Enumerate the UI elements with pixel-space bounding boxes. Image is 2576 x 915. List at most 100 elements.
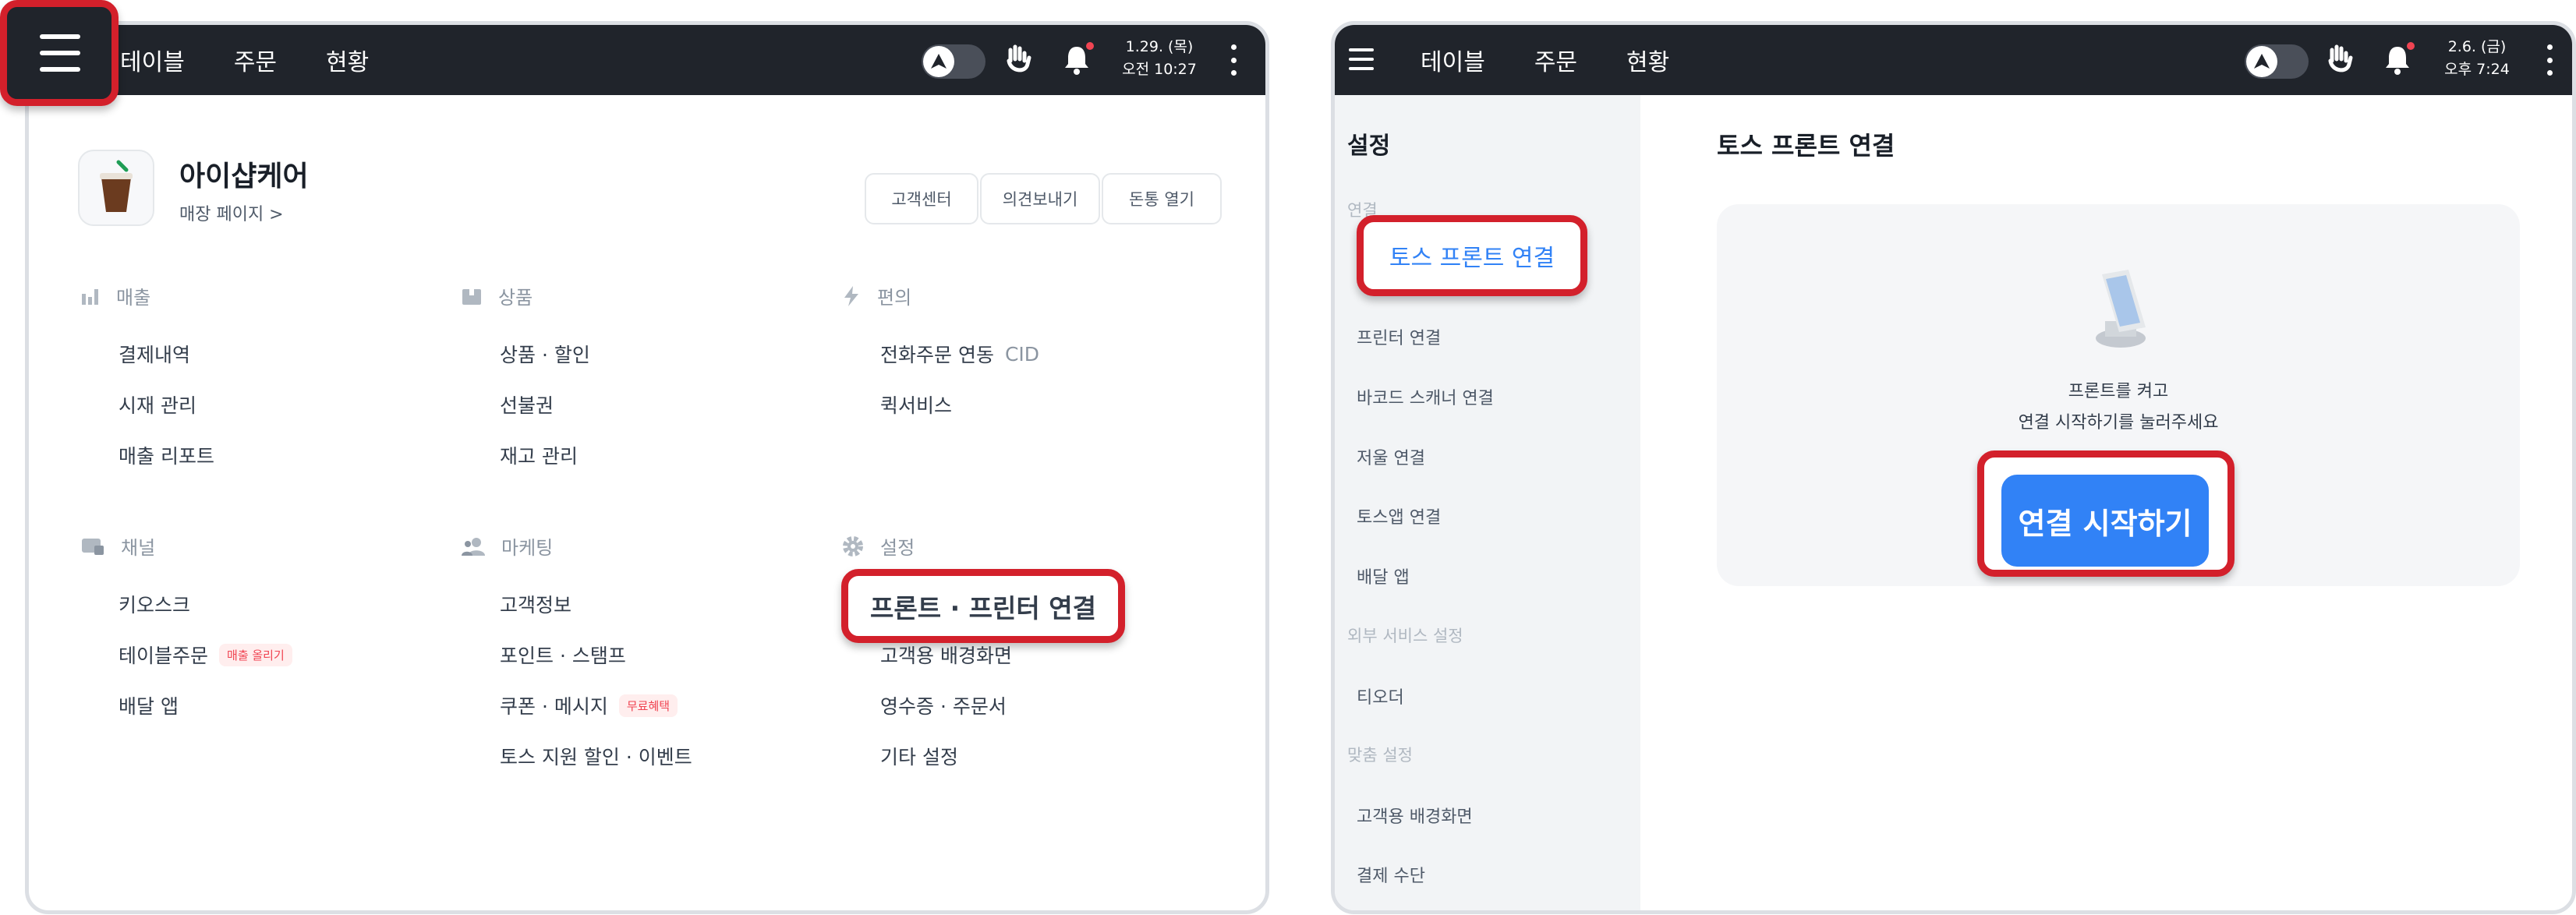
menu-other-settings[interactable]: 기타 설정: [880, 742, 958, 770]
start-connection-highlight: 연결 시작하기: [1977, 450, 2235, 577]
sidebar-item-toss-front-highlight[interactable]: 토스 프론트 연결: [1357, 215, 1587, 296]
section-products: 상품: [461, 282, 533, 309]
section-channel: 채널: [80, 532, 155, 560]
menu-customer-wallpaper[interactable]: 고객용 배경화면: [880, 641, 1012, 669]
menu-coupon-message[interactable]: 쿠폰 · 메시지 무료혜택: [500, 691, 678, 719]
sidebar-item-scale[interactable]: 저울 연결: [1357, 444, 1425, 469]
sidebar-item-delivery-app[interactable]: 배달 앱: [1357, 563, 1410, 588]
menu-quick-service[interactable]: 퀵서비스: [880, 390, 952, 419]
sidebar-item-torder[interactable]: 티오더: [1357, 684, 1404, 708]
datetime: 2.6. (금) 오후 7:24: [2434, 36, 2520, 81]
datetime: 1.29. (목) 오전 10:27: [1116, 36, 1202, 81]
menu-cash-management[interactable]: 시재 관리: [119, 390, 196, 419]
store-logo-icon: [78, 150, 154, 226]
customer-center-button[interactable]: 고객센터: [865, 173, 978, 224]
menu-button-highlight[interactable]: [0, 0, 119, 106]
menu-label: 쿠폰 · 메시지: [500, 695, 608, 718]
section-title: 편의: [877, 287, 912, 309]
hamburger-menu-icon[interactable]: [1349, 48, 1374, 70]
box-icon: [462, 288, 481, 305]
menu-product-discount[interactable]: 상품 · 할인: [500, 340, 590, 368]
sidebar-group-custom: 맞춤 설정: [1347, 746, 1413, 765]
top-bar: 테이블 주문 현황 1.29. (목) 오전 10:27: [29, 25, 1265, 95]
sidebar-item-barcode-scanner[interactable]: 바코드 스캐너 연결: [1357, 384, 1494, 409]
front-printer-connect-highlight[interactable]: 프론트 · 프린터 연결: [841, 569, 1125, 643]
mode-toggle[interactable]: [2245, 44, 2309, 79]
feedback-button[interactable]: 의견보내기: [980, 173, 1100, 224]
notification-dot: [1086, 42, 1094, 50]
gear-icon: [843, 535, 863, 556]
hamburger-menu-icon[interactable]: [40, 34, 80, 72]
menu-point-stamp[interactable]: 포인트 · 스탬프: [500, 641, 626, 669]
sidebar-title: 설정: [1347, 132, 1391, 160]
sidebar-item-printer[interactable]: 프린터 연결: [1357, 324, 1441, 349]
nav-tab-order[interactable]: 주문: [234, 43, 277, 77]
section-title: 마케팅: [501, 537, 554, 559]
front-device-icon: [2083, 267, 2161, 352]
store-name: 아이샵케어: [179, 161, 309, 193]
menu-front-printer-connect: 프론트 · 프린터 연결: [870, 592, 1096, 624]
menu-prepaid[interactable]: 선불권: [500, 390, 554, 419]
date-text: 2.6. (금): [2447, 38, 2507, 55]
section-title: 매출: [116, 287, 151, 309]
wave-hand-icon[interactable]: [2323, 41, 2357, 78]
bell-icon[interactable]: [2380, 41, 2415, 78]
nav-tab-order[interactable]: 주문: [1534, 43, 1577, 77]
sidebar-group-external: 외부 서비스 설정: [1347, 627, 1463, 645]
toggle-knob-icon: [2246, 46, 2277, 77]
toggle-knob-icon: [923, 46, 954, 77]
notification-dot: [2407, 42, 2415, 50]
boost-sales-badge: 매출 올리기: [219, 643, 292, 666]
section-settings: 설정: [841, 532, 915, 560]
time-text: 오전 10:27: [1122, 61, 1197, 78]
instruction-line-2: 연결 시작하기를 눌러주세요: [2018, 413, 2219, 433]
top-nav: 테이블 주문 현황: [120, 25, 418, 95]
sidebar-item-toss-app[interactable]: 토스앱 연결: [1357, 503, 1441, 528]
section-title: 상품: [498, 287, 533, 309]
nav-tab-table[interactable]: 테이블: [120, 43, 185, 77]
section-marketing: 마케팅: [461, 532, 553, 560]
sidebar-item-toss-front: 토스 프론트 연결: [1389, 245, 1555, 272]
people-icon: [462, 537, 485, 556]
more-icon[interactable]: [1230, 44, 1237, 76]
top-nav: 테이블 주문 현황: [1421, 25, 1718, 95]
open-cash-drawer-button[interactable]: 돈통 열기: [1102, 173, 1222, 224]
section-convenience: 편의: [841, 282, 911, 309]
store-page-link[interactable]: 매장 페이지 >: [179, 200, 284, 225]
menu-payment-history[interactable]: 결제내역: [119, 340, 190, 368]
free-benefit-badge: 무료혜택: [618, 694, 678, 717]
section-title: 설정: [880, 537, 915, 559]
sidebar-item-customer-wallpaper[interactable]: 고객용 배경화면: [1357, 803, 1473, 828]
nav-tab-status[interactable]: 현황: [1626, 43, 1669, 77]
menu-phone-order-link[interactable]: 전화주문 연동 CID: [880, 340, 1039, 368]
nav-tab-status[interactable]: 현황: [326, 43, 369, 77]
section-title: 채널: [121, 537, 156, 559]
menu-toss-discount-event[interactable]: 토스 지원 할인 · 이벤트: [500, 742, 692, 770]
menu-label: 테이블주문: [119, 645, 209, 667]
section-sales: 매출: [80, 282, 150, 309]
menu-label: 전화주문 연동: [880, 344, 994, 366]
bell-icon[interactable]: [1060, 41, 1094, 78]
more-icon[interactable]: [2546, 44, 2553, 76]
lightning-icon: [844, 285, 858, 306]
channel-icon: [82, 538, 104, 555]
menu-customer-info[interactable]: 고객정보: [500, 590, 571, 618]
start-connection-button[interactable]: 연결 시작하기: [2001, 475, 2209, 567]
page-title: 토스 프론트 연결: [1717, 131, 1895, 161]
wave-hand-icon[interactable]: [1001, 41, 1035, 78]
bar-chart-icon: [82, 288, 98, 305]
instruction-line-1: 프론트를 켜고: [2068, 382, 2169, 401]
nav-tab-table[interactable]: 테이블: [1421, 43, 1485, 77]
sidebar-item-payment-method[interactable]: 결제 수단: [1357, 862, 1425, 887]
menu-delivery-app[interactable]: 배달 앱: [119, 691, 179, 719]
menu-kiosk[interactable]: 키오스크: [119, 590, 190, 618]
mode-toggle[interactable]: [922, 44, 985, 79]
top-bar: 테이블 주문 현황 2.6. (금) 오후 7:24: [1335, 25, 2572, 95]
menu-sales-report[interactable]: 매출 리포트: [119, 441, 214, 469]
menu-inventory[interactable]: 재고 관리: [500, 441, 578, 469]
cid-label: CID: [1004, 342, 1040, 366]
menu-table-order[interactable]: 테이블주문 매출 올리기: [119, 641, 292, 669]
menu-receipt-order[interactable]: 영수증 · 주문서: [880, 691, 1007, 719]
date-text: 1.29. (목): [1125, 38, 1194, 55]
time-text: 오후 7:24: [2444, 61, 2510, 78]
